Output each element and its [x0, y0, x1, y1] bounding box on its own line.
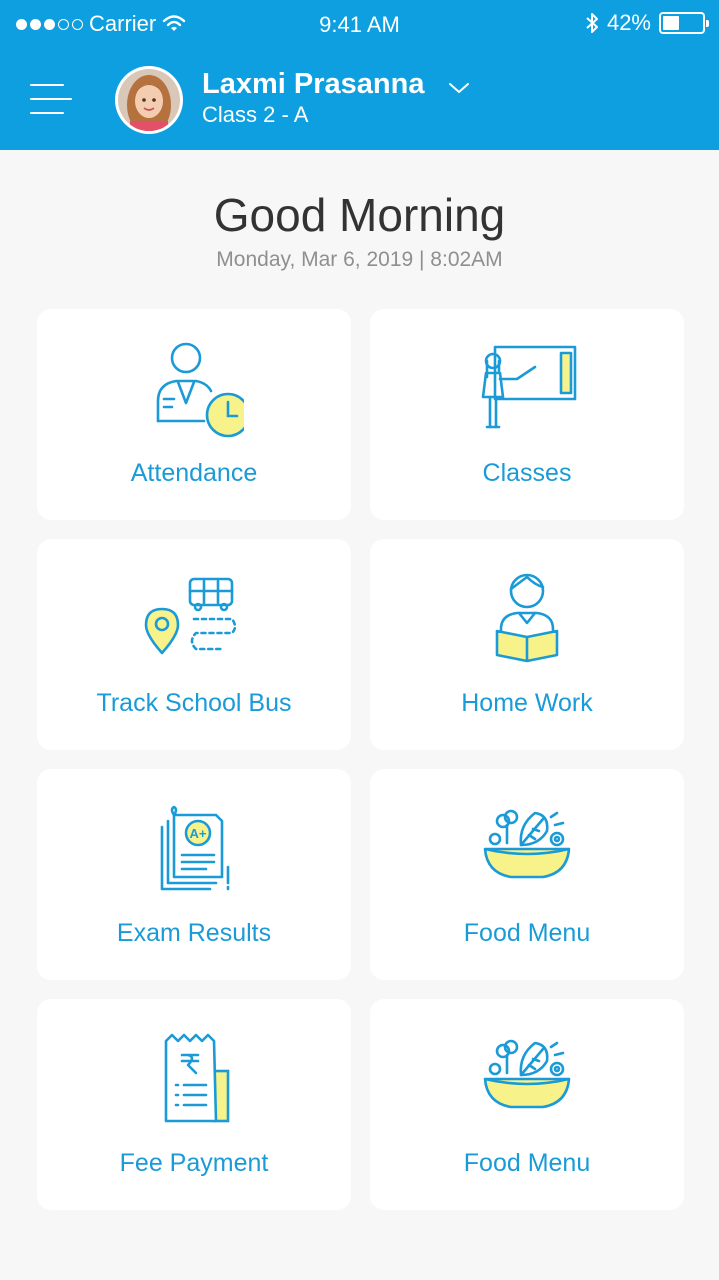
user-name[interactable]: Laxmi Prasanna [202, 68, 424, 101]
tile-label: Classes [482, 459, 572, 487]
tile-attendance[interactable]: Attendance [37, 309, 351, 520]
tile-fee-payment[interactable]: Fee Payment [37, 999, 351, 1210]
food-menu-icon [483, 1039, 571, 1109]
greeting-title: Good Morning [213, 189, 506, 241]
homework-icon [495, 573, 559, 663]
hamburger-menu-button[interactable] [30, 82, 72, 116]
tile-label: Exam Results [116, 919, 272, 947]
food-menu-icon [483, 809, 571, 879]
user-class: Class 2 - A [202, 102, 309, 127]
tile-label: Food Menu [463, 1149, 591, 1177]
exam-results-icon: A+ [160, 805, 230, 891]
tile-classes[interactable]: Classes [370, 309, 684, 520]
avatar[interactable] [115, 66, 183, 134]
status-bar: Carrier 9:41 AM 42% [0, 0, 719, 50]
tile-label: Food Menu [463, 919, 591, 947]
tile-label: Home Work [461, 689, 593, 717]
tile-label: Track School Bus [96, 689, 292, 717]
tile-track-school-bus[interactable]: Track School Bus [37, 539, 351, 750]
battery-percentage: 42% [606, 10, 651, 35]
svg-text:A+: A+ [190, 826, 207, 841]
tile-food-menu[interactable]: Food Menu [370, 769, 684, 980]
tile-food-menu-2[interactable]: Food Menu [370, 999, 684, 1210]
tile-label: Fee Payment [119, 1149, 269, 1177]
tile-label: Attendance [130, 459, 258, 487]
bluetooth-icon [586, 13, 598, 33]
attendance-icon [156, 342, 244, 438]
classes-icon [481, 345, 577, 429]
school-bus-icon [144, 577, 237, 655]
tile-home-work[interactable]: Home Work [370, 539, 684, 750]
chevron-down-icon[interactable] [448, 80, 470, 96]
app-header: Carrier 9:41 AM 42% Laxmi Prasanna Class… [0, 0, 719, 150]
battery-icon [659, 12, 709, 34]
greeting-datetime: Monday, Mar 6, 2019 | 8:02AM [216, 248, 503, 271]
fee-receipt-icon [164, 1033, 230, 1123]
status-right: 42% [585, 10, 709, 36]
tile-exam-results[interactable]: A+ Exam Results [37, 769, 351, 980]
